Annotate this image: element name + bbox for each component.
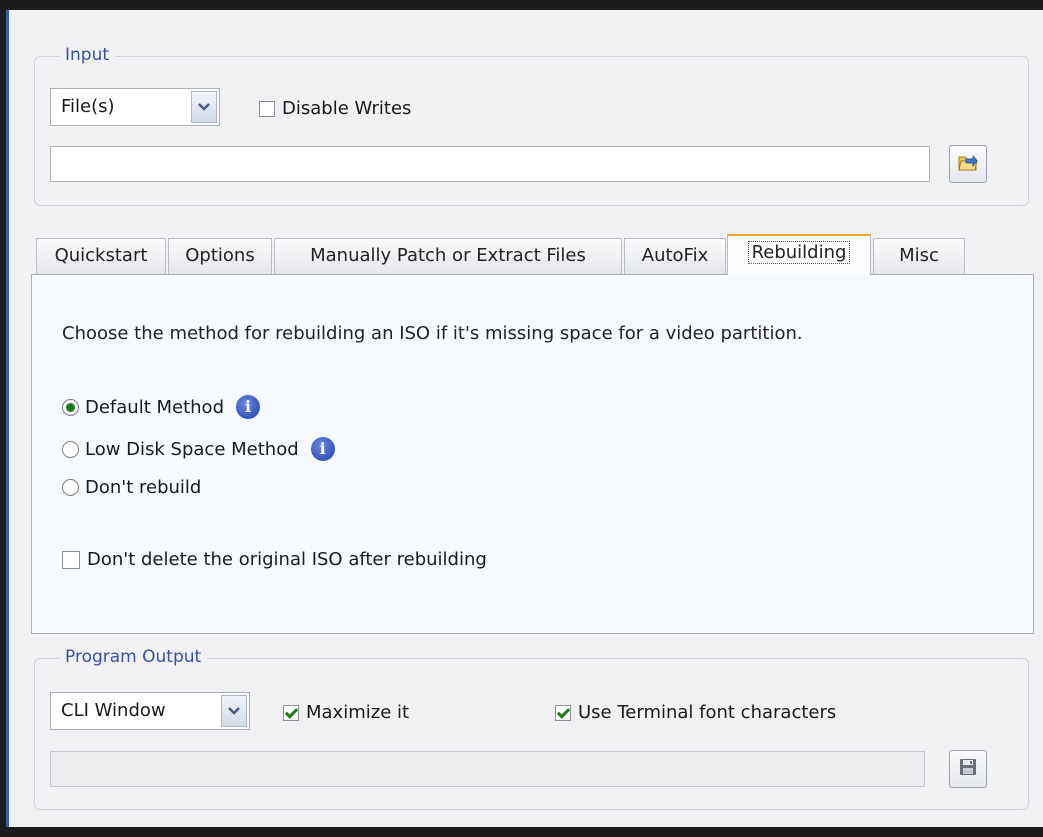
rebuilding-description: Choose the method for rebuilding an ISO … — [62, 323, 803, 344]
tab-rebuilding-label: Rebuilding — [747, 241, 851, 264]
radio-default-method[interactable]: Default Method i — [62, 395, 260, 419]
input-source-value: File(s) — [61, 96, 115, 117]
info-icon[interactable]: i — [236, 395, 260, 419]
terminal-font-box[interactable] — [555, 704, 571, 721]
input-source-select[interactable]: File(s) — [50, 88, 220, 126]
output-mode-select[interactable]: CLI Window — [50, 692, 250, 730]
input-group-legend: Input — [59, 45, 116, 65]
radio-default-method-button[interactable] — [62, 398, 79, 416]
save-button[interactable] — [949, 750, 987, 788]
chevron-down-icon[interactable] — [221, 695, 247, 727]
tab-quickstart-label: Quickstart — [54, 245, 148, 266]
tab-options[interactable]: Options — [168, 238, 272, 274]
radio-dont-rebuild[interactable]: Don't rebuild — [62, 477, 201, 498]
keep-original-iso-label: Don't delete the original ISO after rebu… — [87, 549, 487, 570]
maximize-checkbox[interactable]: Maximize it — [283, 702, 409, 723]
maximize-label: Maximize it — [306, 702, 410, 723]
tab-quickstart[interactable]: Quickstart — [36, 238, 166, 274]
disable-writes-checkbox[interactable]: Disable Writes — [259, 98, 411, 119]
tab-manually-patch[interactable]: Manually Patch or Extract Files — [274, 238, 622, 274]
folder-browse-icon — [957, 152, 979, 176]
tab-autofix-label: AutoFix — [641, 245, 709, 266]
terminal-font-checkbox[interactable]: Use Terminal font characters — [555, 702, 836, 723]
tab-misc[interactable]: Misc — [873, 238, 965, 274]
tab-manually-patch-label: Manually Patch or Extract Files — [310, 245, 586, 266]
radio-dont-rebuild-button[interactable] — [62, 479, 79, 496]
keep-original-iso-checkbox[interactable]: Don't delete the original ISO after rebu… — [62, 549, 487, 570]
maximize-box[interactable] — [283, 704, 299, 721]
main-window: Input File(s) Disable Writes Quickstart … — [6, 10, 1043, 827]
input-group: Input File(s) Disable Writes — [34, 45, 1029, 206]
save-floppy-icon — [959, 758, 977, 780]
rebuilding-panel: Choose the method for rebuilding an ISO … — [31, 274, 1034, 634]
tab-autofix[interactable]: AutoFix — [624, 238, 726, 274]
radio-low-disk-method-button[interactable] — [62, 440, 79, 458]
disable-writes-label: Disable Writes — [282, 98, 412, 119]
radio-default-method-label: Default Method — [85, 396, 224, 418]
radio-low-disk-method-label: Low Disk Space Method — [85, 438, 299, 460]
output-mode-value: CLI Window — [61, 700, 166, 721]
terminal-font-label: Use Terminal font characters — [578, 702, 837, 723]
radio-low-disk-method[interactable]: Low Disk Space Method i — [62, 437, 335, 461]
info-icon[interactable]: i — [310, 437, 335, 461]
disable-writes-box[interactable] — [259, 100, 275, 117]
output-path-field — [50, 751, 925, 787]
keep-original-iso-box[interactable] — [62, 550, 80, 569]
program-output-group: Program Output CLI Window Maximize it Us… — [34, 647, 1029, 810]
browse-button[interactable] — [949, 145, 987, 183]
radio-dont-rebuild-label: Don't rebuild — [85, 477, 202, 498]
input-path-field[interactable] — [50, 146, 930, 182]
chevron-down-icon[interactable] — [191, 91, 217, 123]
tab-options-label: Options — [185, 245, 255, 266]
program-output-legend: Program Output — [59, 647, 208, 667]
tab-rebuilding[interactable]: Rebuilding — [727, 234, 871, 275]
tab-misc-label: Misc — [899, 245, 939, 266]
